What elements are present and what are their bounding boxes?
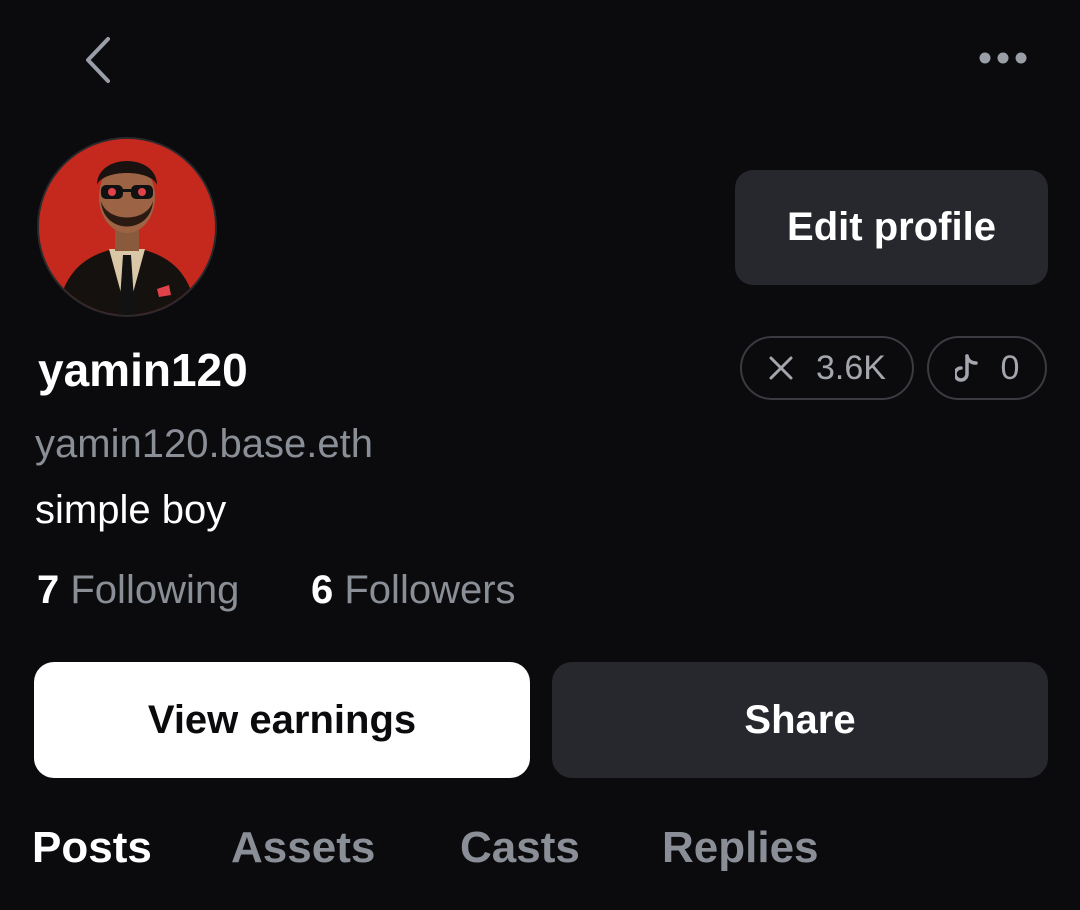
chevron-left-icon [86, 37, 110, 83]
followers-link[interactable]: 6 Followers [311, 562, 516, 618]
tiktok-followers-chip[interactable]: 0 [927, 336, 1047, 400]
tab-replies[interactable]: Replies [662, 818, 819, 878]
profile-username: yamin120 [38, 344, 248, 396]
avatar-image [39, 139, 215, 315]
followers-label: Followers [344, 568, 516, 612]
more-options-button[interactable] [970, 36, 1036, 80]
ellipsis-horizontal-icon [979, 52, 1027, 64]
following-label: Following [70, 568, 240, 612]
x-followers-chip[interactable]: 3.6K [740, 336, 914, 400]
edit-profile-button[interactable]: Edit profile [735, 170, 1048, 285]
profile-bio: simple boy [35, 488, 227, 532]
view-earnings-button[interactable]: View earnings [34, 662, 530, 778]
tab-assets[interactable]: Assets [231, 818, 375, 878]
profile-handle: yamin120.base.eth [35, 422, 374, 466]
avatar[interactable] [37, 137, 217, 317]
x-logo-icon [769, 356, 793, 380]
tiktok-followers-count: 0 [1000, 348, 1020, 387]
back-button[interactable] [70, 30, 126, 90]
followers-count: 6 [311, 568, 334, 612]
tab-casts[interactable]: Casts [460, 818, 580, 878]
following-link[interactable]: 7 Following [37, 562, 239, 618]
tiktok-icon [954, 354, 978, 382]
share-button[interactable]: Share [552, 662, 1048, 778]
x-followers-count: 3.6K [816, 348, 886, 387]
following-count: 7 [37, 568, 60, 612]
tab-posts[interactable]: Posts [32, 818, 152, 878]
